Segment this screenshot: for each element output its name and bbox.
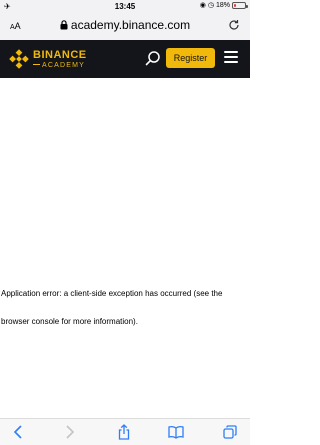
- battery-percent: 18%: [215, 1, 230, 9]
- hamburger-menu-icon[interactable]: [224, 51, 238, 63]
- reload-icon[interactable]: [228, 19, 240, 34]
- error-message: Application error: a client-side excepti…: [1, 289, 223, 326]
- battery-icon: [232, 1, 248, 9]
- site-header: BINANCE ACADEMY Register: [0, 40, 250, 78]
- bookmarks-icon[interactable]: [166, 425, 186, 439]
- binance-logo[interactable]: [9, 49, 29, 69]
- browser-toolbar: [0, 418, 250, 445]
- orientation-lock-icon: ◉: [199, 2, 206, 9]
- alarm-icon: ◷: [207, 2, 214, 9]
- url-field[interactable]: academy.binance.com: [0, 18, 250, 32]
- tabs-icon[interactable]: [220, 425, 240, 439]
- forward-icon[interactable]: [60, 425, 80, 439]
- url-text: academy.binance.com: [70, 18, 191, 32]
- browser-address-bar: AA academy.binance.com: [0, 13, 250, 40]
- brand-sub: ACADEMY: [33, 62, 87, 69]
- lock-icon: [60, 20, 68, 30]
- status-indicators: ◉ ◷ 18%: [199, 1, 248, 9]
- brand-name: BINANCE: [33, 49, 87, 61]
- brand-wordmark[interactable]: BINANCE ACADEMY: [33, 49, 87, 70]
- search-icon[interactable]: [145, 50, 161, 66]
- back-icon[interactable]: [8, 425, 28, 439]
- register-button[interactable]: Register: [166, 48, 215, 68]
- status-bar: ✈ 13:45 ◉ ◷ 18%: [0, 0, 250, 13]
- share-icon[interactable]: [114, 424, 134, 440]
